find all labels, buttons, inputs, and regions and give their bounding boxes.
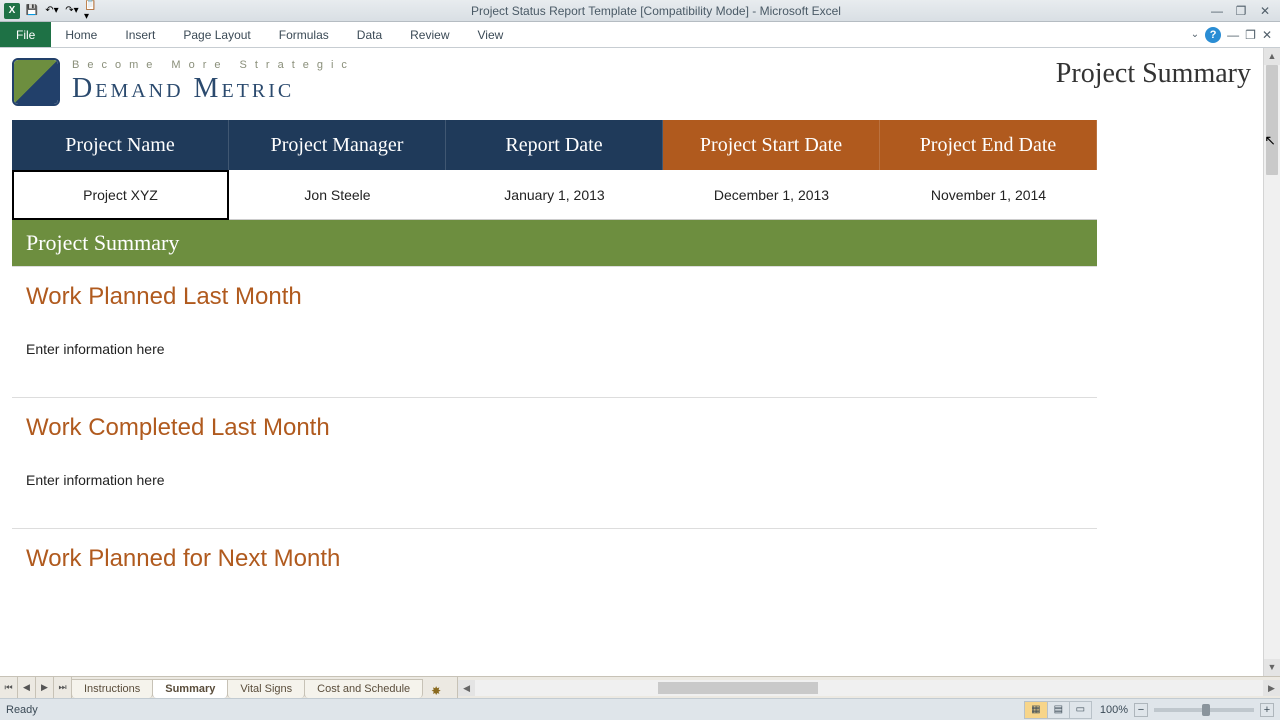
scroll-up-icon[interactable]: ▲ bbox=[1264, 48, 1280, 65]
zoom-slider-knob[interactable] bbox=[1202, 704, 1210, 716]
sheet-nav-next-icon[interactable]: ▶ bbox=[36, 677, 54, 698]
sheet-nav-prev-icon[interactable]: ◀ bbox=[18, 677, 36, 698]
workbook-close-button[interactable]: ✕ bbox=[1262, 28, 1272, 42]
quick-access-toolbar: X 💾 ↶▾ ↷▾ 📋▾ bbox=[0, 3, 104, 19]
horizontal-scrollbar[interactable]: ◀ ▶ bbox=[458, 680, 1280, 696]
sheet-tab-vital-signs[interactable]: Vital Signs bbox=[227, 679, 305, 698]
horizontal-scroll-area: ◀ ▶ bbox=[457, 677, 1280, 698]
val-start-date[interactable]: December 1, 2013 bbox=[663, 170, 880, 220]
worksheet[interactable]: Become More Strategic Demand Metric Proj… bbox=[0, 48, 1263, 676]
window-controls: — ❐ ✕ bbox=[1208, 4, 1280, 18]
logo-brand: Demand Metric bbox=[72, 73, 355, 105]
val-report-date[interactable]: January 1, 2013 bbox=[446, 170, 663, 220]
section-body[interactable]: Enter information here bbox=[12, 321, 1097, 397]
status-bar: Ready ▦ ▤ ▭ 100% − + bbox=[0, 698, 1280, 720]
zoom-slider[interactable] bbox=[1154, 708, 1254, 712]
view-page-layout-icon[interactable]: ▤ bbox=[1047, 702, 1069, 718]
ribbon-minimize-icon[interactable]: ⌄ bbox=[1191, 29, 1199, 40]
ribbon-tabs: File Home Insert Page Layout Formulas Da… bbox=[0, 22, 1280, 48]
val-project-name[interactable]: Project XYZ bbox=[12, 170, 229, 220]
sheet-nav-buttons: ⏮ ◀ ▶ ⏭ bbox=[0, 677, 72, 698]
view-normal-icon[interactable]: ▦ bbox=[1025, 702, 1047, 718]
tab-home[interactable]: Home bbox=[51, 22, 111, 47]
save-icon[interactable]: 💾 bbox=[24, 3, 40, 19]
zoom-in-button[interactable]: + bbox=[1260, 703, 1274, 717]
window-title: Project Status Report Template [Compatib… bbox=[104, 4, 1208, 18]
sheet-tabs: Instructions Summary Vital Signs Cost an… bbox=[72, 677, 449, 698]
hdr-project-manager: Project Manager bbox=[229, 120, 446, 170]
workbook-restore-button[interactable]: ❐ bbox=[1245, 28, 1256, 42]
tab-review[interactable]: Review bbox=[396, 22, 463, 47]
close-button[interactable]: ✕ bbox=[1256, 4, 1274, 18]
tab-page-layout[interactable]: Page Layout bbox=[169, 22, 264, 47]
view-page-break-icon[interactable]: ▭ bbox=[1069, 702, 1091, 718]
section-title: Work Planned for Next Month bbox=[12, 529, 1097, 583]
worksheet-area: Become More Strategic Demand Metric Proj… bbox=[0, 48, 1280, 676]
tab-formulas[interactable]: Formulas bbox=[265, 22, 343, 47]
sheet-nav-last-icon[interactable]: ⏭ bbox=[54, 677, 72, 698]
page-title: Project Summary bbox=[1056, 58, 1251, 90]
section-band: Project Summary bbox=[12, 220, 1097, 266]
tab-view[interactable]: View bbox=[464, 22, 518, 47]
scroll-down-icon[interactable]: ▼ bbox=[1264, 659, 1280, 676]
section-work-completed-last: Work Completed Last Month Enter informat… bbox=[12, 397, 1097, 528]
tab-data[interactable]: Data bbox=[343, 22, 396, 47]
scroll-thumb[interactable] bbox=[1266, 65, 1278, 175]
excel-icon: X bbox=[4, 3, 20, 19]
undo-icon[interactable]: ↶▾ bbox=[44, 3, 60, 19]
val-project-manager[interactable]: Jon Steele bbox=[229, 170, 446, 220]
sheet-tab-summary[interactable]: Summary bbox=[152, 679, 228, 698]
sheet-nav-first-icon[interactable]: ⏮ bbox=[0, 677, 18, 698]
section-work-planned-next: Work Planned for Next Month bbox=[12, 528, 1097, 583]
tab-file[interactable]: File bbox=[0, 22, 51, 47]
hscroll-left-icon[interactable]: ◀ bbox=[458, 680, 475, 696]
logo-tagline: Become More Strategic bbox=[72, 59, 355, 71]
view-buttons: ▦ ▤ ▭ bbox=[1024, 701, 1092, 719]
section-work-planned-last: Work Planned Last Month Enter informatio… bbox=[12, 266, 1097, 397]
qat-more-icon[interactable]: 📋▾ bbox=[84, 3, 100, 19]
tab-insert[interactable]: Insert bbox=[111, 22, 169, 47]
zoom-level[interactable]: 100% bbox=[1100, 704, 1128, 716]
redo-icon[interactable]: ↷▾ bbox=[64, 3, 80, 19]
info-table: Project Name Project XYZ Project Manager… bbox=[12, 120, 1097, 220]
hdr-start-date: Project Start Date bbox=[663, 120, 880, 170]
hdr-end-date: Project End Date bbox=[880, 120, 1097, 170]
hscroll-thumb[interactable] bbox=[658, 682, 818, 694]
minimize-button[interactable]: — bbox=[1208, 4, 1226, 18]
sheet-tab-cost-schedule[interactable]: Cost and Schedule bbox=[304, 679, 423, 698]
help-icon[interactable]: ? bbox=[1205, 27, 1221, 43]
hscroll-right-icon[interactable]: ▶ bbox=[1263, 680, 1280, 696]
logo-mark-icon bbox=[12, 58, 60, 106]
section-body[interactable]: Enter information here bbox=[12, 452, 1097, 528]
document-header: Become More Strategic Demand Metric Proj… bbox=[12, 58, 1251, 106]
restore-button[interactable]: ❐ bbox=[1232, 4, 1250, 18]
sheet-tabs-row: ⏮ ◀ ▶ ⏭ Instructions Summary Vital Signs… bbox=[0, 676, 1280, 698]
logo-block: Become More Strategic Demand Metric bbox=[12, 58, 355, 106]
sheet-tab-instructions[interactable]: Instructions bbox=[71, 679, 153, 698]
hdr-report-date: Report Date bbox=[446, 120, 663, 170]
status-ready: Ready bbox=[6, 704, 38, 716]
section-title: Work Completed Last Month bbox=[12, 398, 1097, 452]
zoom-out-button[interactable]: − bbox=[1134, 703, 1148, 717]
hdr-project-name: Project Name bbox=[12, 120, 229, 170]
section-title: Work Planned Last Month bbox=[12, 267, 1097, 321]
vertical-scrollbar[interactable]: ▲ ▼ bbox=[1263, 48, 1280, 676]
new-sheet-icon[interactable]: ✸ bbox=[423, 684, 449, 698]
zoom-controls: 100% − + bbox=[1100, 703, 1274, 717]
val-end-date[interactable]: November 1, 2014 bbox=[880, 170, 1097, 220]
workbook-minimize-button[interactable]: — bbox=[1227, 28, 1239, 42]
titlebar: X 💾 ↶▾ ↷▾ 📋▾ Project Status Report Templ… bbox=[0, 0, 1280, 22]
